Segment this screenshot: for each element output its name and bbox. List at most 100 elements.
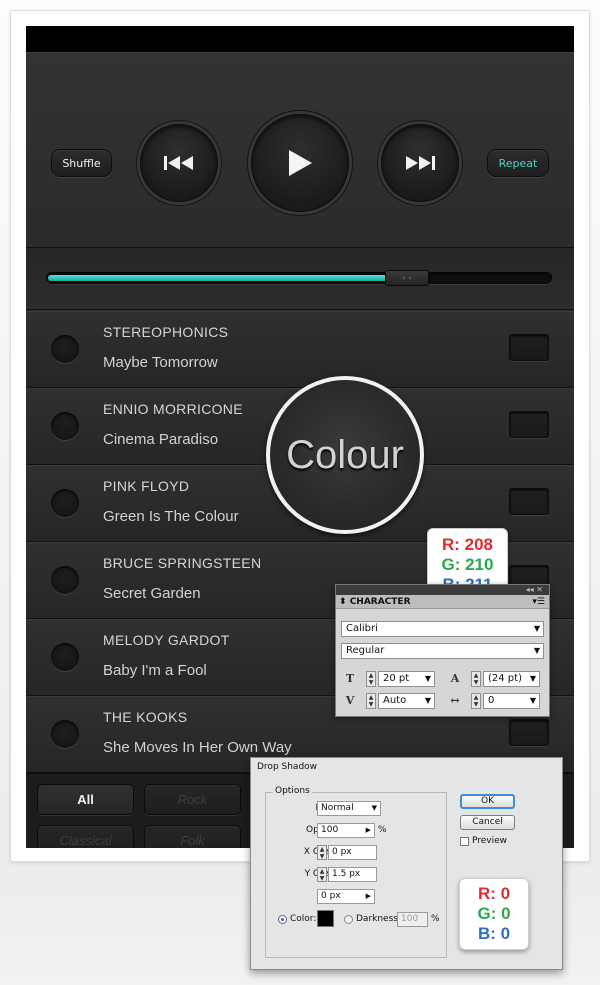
track-radio[interactable] — [51, 720, 79, 748]
chevron-right-icon: ▶ — [365, 826, 371, 834]
play-button[interactable] — [251, 114, 349, 212]
font-size-stepper[interactable]: ▲ ▼ — [366, 671, 376, 687]
track-action-box[interactable] — [509, 488, 549, 515]
chevron-down-icon: ▼ — [529, 674, 536, 683]
track-artist: BRUCE SPRINGSTEEN — [103, 555, 262, 571]
track-artist: ENNIO MORRICONE — [103, 401, 243, 417]
colour-magnifier: Colour — [266, 376, 424, 534]
tracking-stepper[interactable]: ▲ ▼ — [471, 693, 481, 709]
track-title: Baby I'm a Fool — [103, 662, 207, 679]
next-icon — [406, 156, 435, 170]
y-offset-field[interactable]: 1.5 px — [328, 867, 377, 882]
blur-value: 0 px — [321, 891, 341, 901]
play-icon — [289, 150, 312, 176]
repeat-button[interactable]: Repeat — [487, 149, 549, 177]
progress-thumb[interactable]: ◂ ▸ — [385, 270, 430, 286]
track-radio[interactable] — [51, 335, 79, 363]
track-action-box[interactable] — [509, 719, 549, 746]
previous-icon — [164, 156, 193, 170]
track-radio[interactable] — [51, 643, 79, 671]
leading-stepper[interactable]: ▲ ▼ — [471, 671, 481, 687]
track-title: Maybe Tomorrow — [103, 354, 218, 371]
preview-checkbox[interactable] — [460, 837, 469, 846]
chevron-down-icon: ▼ — [371, 804, 377, 812]
next-button[interactable] — [381, 124, 459, 202]
opacity-value: 100 — [321, 825, 339, 835]
tracking-icon: ↔ — [450, 694, 460, 707]
character-panel: ◂◂ ✕ ⬍ CHARACTER ▾☰ Calibri ▼ Regular ▼ … — [335, 584, 550, 717]
track-radio[interactable] — [51, 412, 79, 440]
progress-track[interactable]: ◂ ▸ — [46, 270, 552, 286]
track-artist: STEREOPHONICS — [103, 324, 229, 340]
leading-icon: A — [450, 672, 460, 685]
panel-window-controls[interactable]: ◂◂ ✕ — [336, 585, 549, 595]
track-row[interactable]: STEREOPHONICS Maybe Tomorrow — [26, 311, 574, 388]
track-artist: MELODY GARDOT — [103, 632, 230, 648]
font-style-select[interactable]: Regular ▼ — [341, 643, 544, 659]
opacity-percent: % — [378, 825, 387, 835]
rgb-green-value: G: 0 — [477, 904, 511, 923]
options-group-label: Options — [273, 786, 312, 796]
shadow-color-swatch[interactable] — [317, 910, 334, 927]
ok-button[interactable]: OK — [460, 794, 515, 809]
genre-rock-button[interactable]: Rock — [144, 784, 241, 815]
track-radio[interactable] — [51, 566, 79, 594]
rgb-red-value: R: 208 — [441, 534, 494, 554]
tracking-value: 0 — [488, 695, 495, 706]
color-label: Color: — [290, 914, 317, 924]
track-action-box[interactable] — [509, 411, 549, 438]
mode-value: Normal — [321, 803, 354, 813]
shuffle-button[interactable]: Shuffle — [51, 149, 112, 177]
track-radio[interactable] — [51, 489, 79, 517]
darkness-field[interactable]: 100 — [397, 912, 428, 927]
color-radio[interactable] — [278, 915, 287, 924]
shadow-color-rgb-badge: R: 0 G: 0 B: 0 — [459, 878, 529, 950]
font-style-value: Regular — [346, 645, 385, 656]
colour-magnifier-text: Colour — [286, 432, 404, 477]
dialog-title: Drop Shadow — [257, 762, 318, 772]
font-size-value: 20 pt — [383, 673, 410, 684]
x-offset-stepper[interactable]: ▲ ▼ — [317, 845, 327, 860]
chevron-down-icon: ▼ — [533, 646, 540, 655]
character-panel-tab[interactable]: ⬍ CHARACTER ▾☰ — [336, 595, 549, 609]
progress-fill — [48, 275, 390, 281]
tracking-select[interactable]: 0 ▼ — [483, 693, 540, 709]
chevron-down-icon: ▼ — [533, 624, 540, 633]
leading-value: (24 pt) — [488, 673, 522, 684]
top-bar — [26, 26, 574, 52]
panel-collapse-icon: ⬍ — [339, 597, 347, 607]
track-action-box[interactable] — [509, 334, 549, 361]
font-size-select[interactable]: 20 pt ▼ — [378, 671, 435, 687]
kerning-value: Auto — [383, 695, 407, 706]
preview-label: Preview — [472, 836, 508, 846]
track-title: Secret Garden — [103, 585, 201, 602]
rgb-red-value: R: 0 — [477, 884, 511, 903]
chevron-down-icon: ▼ — [424, 674, 431, 683]
cancel-button[interactable]: Cancel — [460, 815, 515, 830]
darkness-radio[interactable] — [344, 915, 353, 924]
track-artist: THE KOOKS — [103, 709, 188, 725]
panel-menu-icon[interactable]: ▾☰ — [532, 595, 545, 609]
genre-classical-button[interactable]: Classical — [37, 825, 134, 848]
rgb-blue-value: B: 0 — [477, 924, 511, 943]
playback-controls: Shuffle Repeat — [26, 52, 574, 248]
blur-field[interactable]: 0 px ▶ — [317, 889, 375, 904]
character-panel-title: CHARACTER — [349, 597, 411, 607]
darkness-percent: % — [431, 914, 440, 924]
y-offset-stepper[interactable]: ▲ ▼ — [317, 867, 327, 882]
mode-select[interactable]: Normal ▼ — [317, 801, 381, 816]
opacity-field[interactable]: 100 ▶ — [317, 823, 375, 838]
chevron-down-icon: ▼ — [424, 696, 431, 705]
genre-folk-button[interactable]: Folk — [144, 825, 241, 848]
previous-button[interactable] — [140, 124, 218, 202]
font-family-select[interactable]: Calibri ▼ — [341, 621, 544, 637]
chevron-down-icon: ▼ — [529, 696, 536, 705]
leading-select[interactable]: (24 pt) ▼ — [483, 671, 540, 687]
kerning-select[interactable]: Auto ▼ — [378, 693, 435, 709]
darkness-label: Darkness: — [356, 914, 402, 924]
x-offset-field[interactable]: 0 px — [328, 845, 377, 860]
genre-all-button[interactable]: All — [37, 784, 134, 815]
kerning-stepper[interactable]: ▲ ▼ — [366, 693, 376, 709]
rgb-green-value: G: 210 — [441, 554, 494, 574]
track-title: Green Is The Colour — [103, 508, 239, 525]
